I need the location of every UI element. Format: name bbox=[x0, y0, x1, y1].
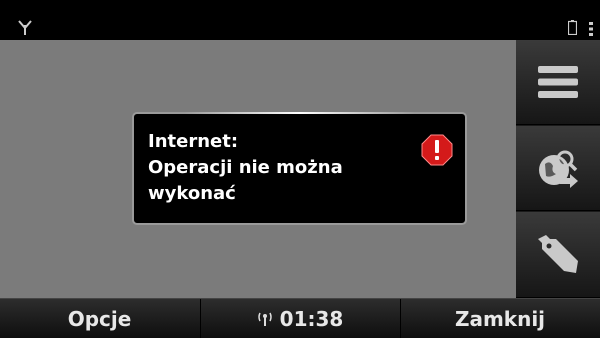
menu-button[interactable] bbox=[516, 40, 600, 125]
error-line-3: wykonać bbox=[148, 183, 236, 204]
error-message: Internet: Operacji nie można wykonać bbox=[148, 129, 408, 207]
bookmark-tag-icon bbox=[538, 234, 578, 273]
softkey-bar: Opcje 01:38 Zamknij bbox=[0, 298, 600, 338]
options-softkey[interactable]: Opcje bbox=[0, 299, 199, 338]
antenna-icon bbox=[18, 20, 32, 35]
menu-lines-icon bbox=[538, 66, 578, 98]
error-dialog: Internet: Operacji nie można wykonać bbox=[132, 112, 467, 225]
clock-softkey[interactable]: 01:38 bbox=[200, 299, 401, 338]
warning-icon bbox=[421, 134, 453, 166]
battery-icon bbox=[568, 20, 577, 35]
clock-time: 01:38 bbox=[279, 306, 344, 331]
bookmarks-button[interactable] bbox=[516, 212, 600, 298]
error-line-1: Internet: bbox=[148, 131, 239, 152]
status-bar bbox=[0, 0, 600, 40]
go-to-address-button[interactable] bbox=[516, 126, 600, 211]
browser-toolbar bbox=[516, 40, 600, 298]
error-line-2: Operacji nie można bbox=[148, 157, 343, 178]
vertical-dots-icon[interactable] bbox=[588, 22, 594, 36]
antenna-icon bbox=[257, 312, 272, 326]
globe-search-icon bbox=[539, 150, 578, 188]
close-softkey[interactable]: Zamknij bbox=[400, 299, 600, 338]
